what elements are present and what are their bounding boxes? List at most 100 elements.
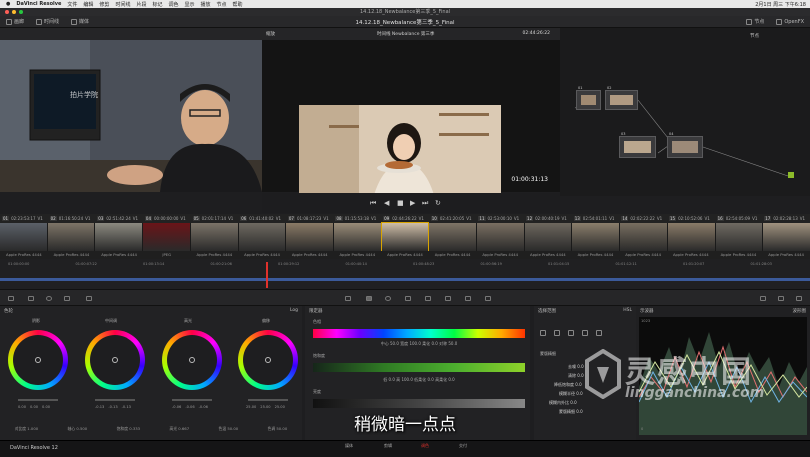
midtone-g[interactable]: -0.13 bbox=[108, 405, 117, 409]
pivot-value[interactable]: 轴心 0.500 bbox=[68, 426, 88, 432]
page-edit[interactable]: 剪辑 bbox=[373, 443, 403, 449]
highlight-g[interactable]: -0.06 bbox=[185, 405, 194, 409]
hue-range-bar[interactable] bbox=[313, 329, 525, 338]
timeline-button[interactable]: 时间线 bbox=[30, 18, 65, 25]
blur-icon[interactable] bbox=[425, 296, 431, 301]
menu-item-edit[interactable]: 编辑 bbox=[83, 1, 93, 8]
viewer-timeline-name[interactable]: 时间线 Newbalance 第三季 bbox=[377, 31, 434, 37]
rgb-mixer-icon[interactable] bbox=[64, 296, 70, 301]
node-01[interactable]: 01 bbox=[576, 86, 601, 110]
skip-forward-icon[interactable]: ⏭ bbox=[422, 199, 428, 208]
reverse-play-icon[interactable]: ◀ bbox=[384, 199, 389, 207]
clip-thumbnail[interactable] bbox=[238, 223, 286, 251]
matte-row-6[interactable]: 蒙版精细 0.0 bbox=[559, 409, 583, 415]
clip-thumbnail[interactable] bbox=[572, 223, 620, 251]
shadow-wheel[interactable] bbox=[8, 330, 68, 390]
menu-item-trim[interactable]: 修剪 bbox=[99, 1, 109, 8]
shadow-master-slider[interactable] bbox=[18, 399, 58, 401]
menu-item-view[interactable]: 显示 bbox=[185, 1, 195, 8]
menu-item-playback[interactable]: 播放 bbox=[201, 1, 211, 8]
clip-thumbnail[interactable] bbox=[477, 223, 524, 251]
clip-thumbnail[interactable] bbox=[667, 223, 715, 251]
clip-thumbnail[interactable] bbox=[620, 223, 667, 251]
window-icon[interactable] bbox=[385, 296, 391, 301]
menu-item-color[interactable]: 调色 bbox=[168, 1, 178, 8]
shadow-g[interactable]: 0.00 bbox=[30, 405, 38, 409]
wheels-mode-select[interactable]: Log bbox=[290, 308, 298, 313]
clip-thumbnail[interactable] bbox=[190, 223, 238, 251]
midtone-wheel[interactable] bbox=[85, 330, 145, 390]
highlight-wheel-handle[interactable] bbox=[189, 357, 195, 363]
offset-b[interactable]: 25.00 bbox=[275, 405, 285, 409]
tint-value[interactable]: 色调 50.00 bbox=[268, 426, 288, 432]
page-media[interactable]: 媒体 bbox=[334, 443, 364, 449]
motion-effects-icon[interactable] bbox=[86, 296, 92, 301]
midtone-b[interactable]: -0.13 bbox=[122, 405, 131, 409]
loop-icon[interactable]: ↻ bbox=[435, 199, 441, 207]
shadow-wheel-handle[interactable] bbox=[35, 357, 41, 363]
scope-mode-select[interactable]: 波形图 bbox=[793, 308, 807, 314]
node-output[interactable] bbox=[788, 172, 794, 178]
picker-plus-icon[interactable] bbox=[568, 330, 574, 336]
menu-item-clip[interactable]: 片段 bbox=[136, 1, 146, 8]
menu-app-name[interactable]: DaVinci Resolve bbox=[16, 1, 61, 7]
tracker-icon[interactable] bbox=[405, 296, 411, 301]
menu-item-help[interactable]: 帮助 bbox=[233, 1, 243, 8]
midtone-wheel-handle[interactable] bbox=[112, 357, 118, 363]
shadow-r[interactable]: 0.00 bbox=[18, 405, 26, 409]
sizing-icon[interactable] bbox=[465, 296, 471, 301]
offset-wheel[interactable] bbox=[238, 330, 298, 390]
menu-item-mark[interactable]: 标记 bbox=[152, 1, 162, 8]
matte-row-1[interactable]: 去噪 0.0 bbox=[568, 364, 584, 370]
contrast-value[interactable]: 对比度 1.000 bbox=[15, 426, 38, 432]
clip-thumbnail[interactable] bbox=[524, 223, 572, 251]
shadow-b[interactable]: 0.00 bbox=[42, 405, 50, 409]
scopes-toggle-icon[interactable] bbox=[760, 296, 766, 301]
node-04[interactable]: 04 bbox=[667, 132, 703, 158]
highlight-range-value[interactable]: 高光 0.667 bbox=[169, 426, 189, 432]
offset-master-slider[interactable] bbox=[248, 399, 288, 401]
qualifier-icon[interactable] bbox=[366, 296, 372, 301]
clip-thumbnail[interactable] bbox=[0, 223, 47, 251]
saturation-value[interactable]: 饱和度 0.333 bbox=[117, 426, 140, 432]
apple-icon[interactable]: ● bbox=[6, 1, 10, 7]
clip-thumbnail[interactable] bbox=[143, 223, 190, 251]
stop-icon[interactable]: ■ bbox=[397, 199, 404, 207]
openfx-button[interactable]: OpenFX bbox=[770, 18, 810, 25]
midtone-master-slider[interactable] bbox=[95, 399, 135, 401]
clip-thumbnail[interactable] bbox=[429, 223, 477, 251]
media-button[interactable]: 媒体 bbox=[65, 18, 95, 25]
picker-icon[interactable] bbox=[540, 330, 546, 336]
offset-r[interactable]: 25.00 bbox=[246, 405, 256, 409]
offset-wheel-handle[interactable] bbox=[265, 357, 271, 363]
page-deliver[interactable]: 交付 bbox=[448, 443, 478, 449]
sat-range-bar[interactable] bbox=[313, 363, 525, 372]
matte-row-4[interactable]: 模糊半径 0.0 bbox=[559, 391, 583, 397]
clip-thumbnail[interactable] bbox=[47, 223, 95, 251]
menu-item-timeline[interactable]: 时间线 bbox=[115, 1, 130, 8]
menu-item-nodes[interactable]: 节点 bbox=[217, 1, 227, 8]
viewer-zoom-label[interactable]: 缩放 bbox=[266, 31, 275, 37]
matte-row-5[interactable]: 模糊内外比 0.0 bbox=[549, 400, 577, 406]
camera-raw-icon[interactable] bbox=[8, 296, 14, 301]
close-window-icon[interactable] bbox=[5, 10, 9, 14]
gallery-button[interactable]: 画廊 bbox=[0, 18, 30, 25]
clip-thumbnail[interactable] bbox=[286, 223, 333, 251]
temperature-value[interactable]: 色温 50.00 bbox=[219, 426, 239, 432]
matte-row-2[interactable]: 清除 0.0 bbox=[568, 373, 584, 379]
node-02[interactable]: 02 bbox=[605, 86, 638, 110]
sat-values[interactable]: 低 0.0 高 100.0 低柔化 0.0 高柔化 0.0 bbox=[313, 377, 525, 383]
highlight-b[interactable]: -0.06 bbox=[199, 405, 208, 409]
timeline-track-v1[interactable] bbox=[0, 278, 810, 281]
matte-row-3[interactable]: 降低饱和度 0.0 bbox=[554, 382, 582, 388]
menu-item-file[interactable]: 文件 bbox=[67, 1, 77, 8]
play-icon[interactable]: ▶ bbox=[410, 199, 415, 207]
skip-back-icon[interactable]: ⏮ bbox=[370, 199, 376, 208]
selection-mode-select[interactable]: HSL bbox=[623, 308, 632, 313]
highlight-r[interactable]: -0.06 bbox=[172, 405, 181, 409]
options-icon[interactable] bbox=[796, 296, 802, 301]
page-color[interactable]: 调色 bbox=[410, 443, 440, 449]
clip-thumbnail[interactable] bbox=[763, 223, 810, 251]
zoom-window-icon[interactable] bbox=[19, 10, 23, 14]
color-wheels-icon[interactable] bbox=[46, 296, 52, 301]
